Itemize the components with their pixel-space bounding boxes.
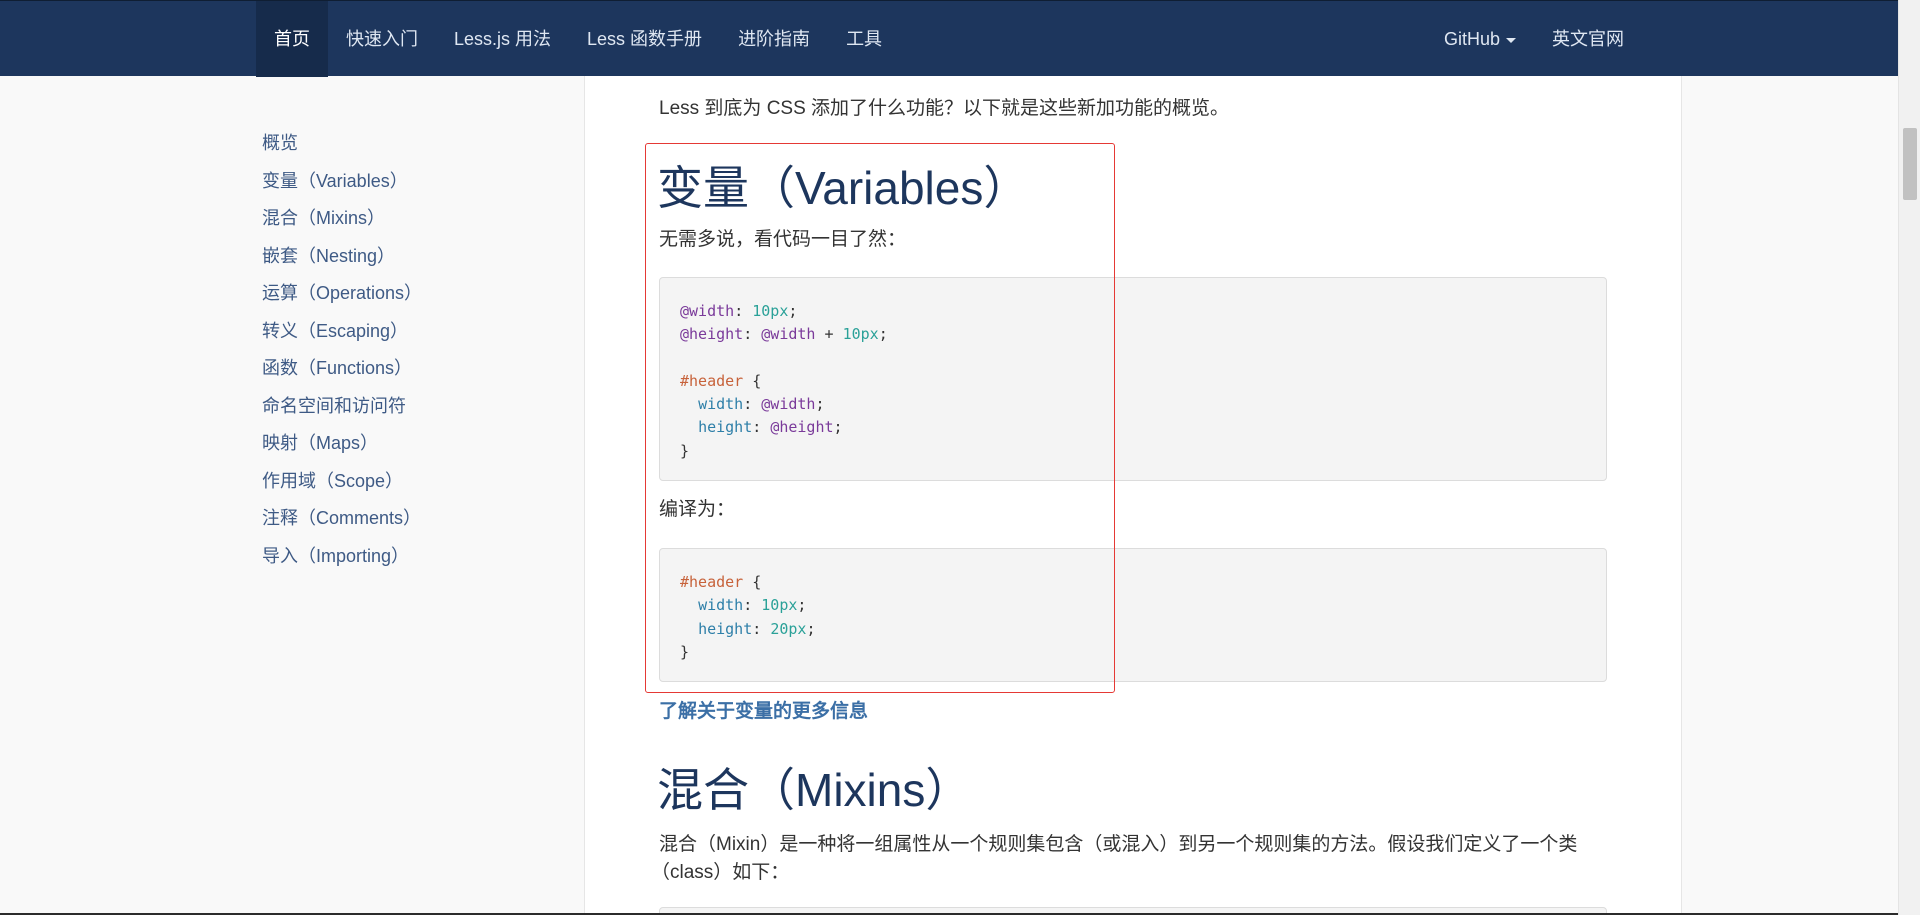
code-token: ;	[833, 418, 843, 437]
sidebar-item-overview[interactable]: 概览	[262, 128, 562, 166]
sidebar-item-functions[interactable]: 函数（Functions）	[262, 353, 562, 391]
code-token: ;	[815, 395, 825, 414]
code-token: 10px	[752, 302, 789, 320]
code-token: width	[698, 596, 744, 615]
code-token: #header	[680, 573, 744, 591]
code-token: :	[743, 596, 762, 615]
code-line: width: 10px;	[680, 594, 1586, 617]
github-label: GitHub	[1443, 29, 1500, 49]
nav-item-english-site[interactable]: 英文官网	[1534, 1, 1642, 77]
nav-item-usage[interactable]: Less.js 用法	[436, 1, 569, 77]
nav-item-quickstart[interactable]: 快速入门	[328, 1, 436, 77]
code-token: ;	[788, 302, 798, 320]
sidebar-item-maps[interactable]: 映射（Maps）	[262, 428, 562, 466]
code-line: }	[680, 641, 1586, 664]
code-line: height: 20px;	[680, 618, 1586, 641]
code-token: 10px	[842, 325, 879, 344]
code-token: }	[680, 642, 690, 661]
top-navbar: 首页 快速入门 Less.js 用法 Less 函数手册 进阶指南 工具 Git…	[0, 0, 1898, 77]
nav-right-menu: GitHub 英文官网	[1426, 1, 1642, 77]
nav-item-home[interactable]: 首页	[256, 1, 328, 77]
variables-more-info-link[interactable]: 了解关于变量的更多信息	[659, 696, 868, 723]
code-token: 20px	[770, 619, 807, 638]
code-token: {	[743, 573, 762, 591]
nav-item-advanced[interactable]: 进阶指南	[720, 1, 828, 77]
github-dropdown[interactable]: GitHub	[1426, 1, 1534, 77]
code-line: width: @width;	[680, 393, 1586, 416]
code-token: @height	[680, 325, 744, 344]
code-token: :	[743, 395, 762, 414]
code-block-less: @width: 10px; @height: @width + 10px; #h…	[659, 277, 1607, 481]
code-token: @width	[680, 302, 735, 320]
page-scrollbar[interactable]	[1898, 0, 1920, 915]
mixins-description-line2: （class）如下：	[651, 862, 790, 883]
code-line: @width: 10px;	[680, 300, 1586, 323]
nav-item-tools[interactable]: 工具	[828, 1, 900, 77]
code-token: :	[734, 302, 753, 320]
sidebar-item-importing[interactable]: 导入（Importing）	[262, 541, 562, 579]
code-token: ;	[797, 596, 807, 615]
code-token: }	[680, 441, 690, 460]
sidebar-item-scope[interactable]: 作用域（Scope）	[262, 466, 562, 504]
nav-item-functions[interactable]: Less 函数手册	[569, 1, 720, 77]
code-token: :	[752, 619, 771, 638]
sidebar-item-operations[interactable]: 运算（Operations）	[262, 278, 562, 316]
code-token: @height	[770, 418, 834, 437]
code-token: +	[815, 325, 843, 344]
variables-heading: 变量（Variables）	[657, 162, 1030, 214]
sidebar-item-nesting[interactable]: 嵌套（Nesting）	[262, 241, 562, 279]
main-content: Less 到底为 CSS 添加了什么功能？以下就是这些新加功能的概览。 变量（V…	[584, 76, 1682, 915]
scrollbar-thumb[interactable]	[1903, 128, 1917, 200]
code-line: }	[680, 440, 1586, 463]
code-token: :	[752, 418, 771, 437]
sidebar-item-comments[interactable]: 注释（Comments）	[262, 503, 562, 541]
code-token: #header	[680, 371, 744, 390]
mixins-description-line1: 混合（Mixin）是一种将一组属性从一个规则集包含（或混入）到另一个规则集的方法…	[659, 834, 1578, 855]
code-line: #header {	[680, 370, 1586, 393]
intro-text: Less 到底为 CSS 添加了什么功能？以下就是这些新加功能的概览。	[659, 98, 1230, 119]
sidebar-item-variables[interactable]: 变量（Variables）	[262, 166, 562, 204]
code-token: @width	[761, 325, 816, 344]
code-token: ;	[878, 325, 888, 344]
sidebar-item-mixins[interactable]: 混合（Mixins）	[262, 203, 562, 241]
variables-description: 无需多说，看代码一目了然：	[659, 229, 907, 250]
sidebar-item-escaping[interactable]: 转义（Escaping）	[262, 316, 562, 354]
code-block-css: #header { width: 10px; height: 20px; }	[659, 548, 1607, 682]
code-line: height: @height;	[680, 416, 1586, 439]
code-token: :	[743, 325, 762, 344]
code-token: @width	[761, 395, 816, 414]
code-line: #header {	[680, 571, 1586, 594]
code-token: {	[743, 371, 762, 390]
code-token: 10px	[761, 596, 798, 615]
code-token: width	[698, 395, 744, 414]
sidebar-toc: 概览 变量（Variables） 混合（Mixins） 嵌套（Nesting） …	[262, 128, 562, 578]
mixins-heading: 混合（Mixins）	[657, 764, 972, 816]
caret-down-icon	[1506, 37, 1516, 43]
code-token: ;	[806, 619, 816, 638]
code-token: height	[698, 418, 753, 437]
code-line: @height: @width + 10px;	[680, 323, 1586, 346]
sidebar-item-namespaces[interactable]: 命名空间和访问符	[262, 391, 562, 429]
nav-main-menu: 首页 快速入门 Less.js 用法 Less 函数手册 进阶指南 工具	[256, 1, 900, 77]
compiled-label: 编译为：	[659, 499, 736, 520]
code-token: height	[698, 619, 753, 638]
